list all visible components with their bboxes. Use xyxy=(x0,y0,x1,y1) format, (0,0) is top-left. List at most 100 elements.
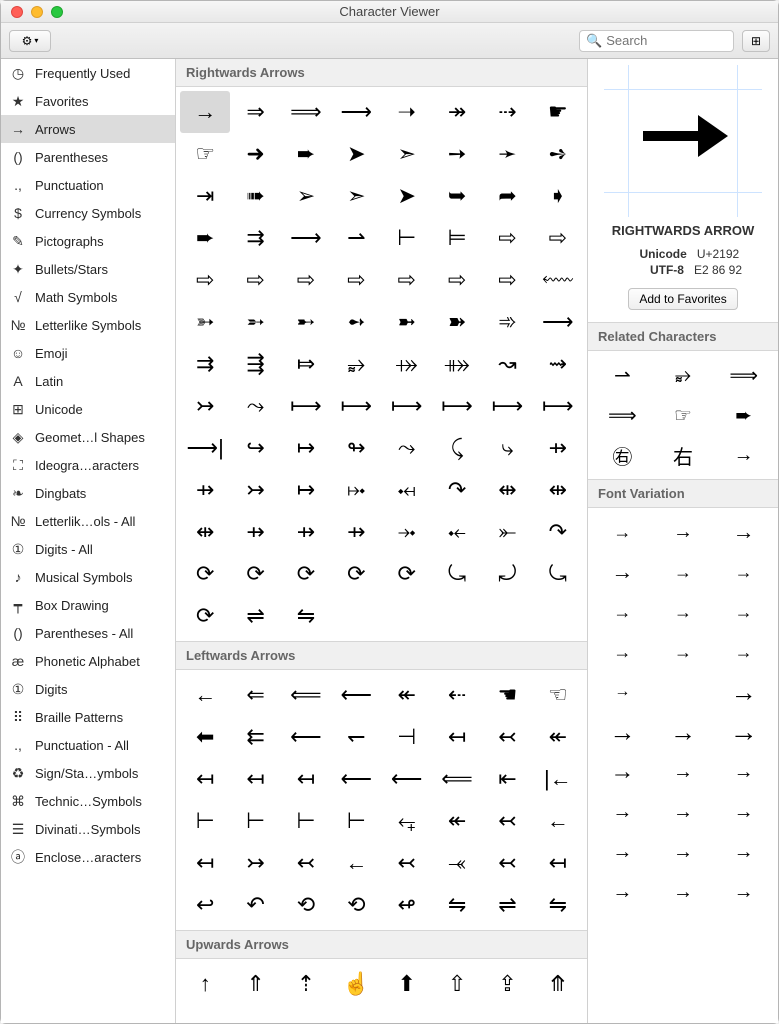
sidebar-item[interactable]: ★Favorites xyxy=(1,87,175,115)
character-cell[interactable]: ⇨ xyxy=(533,217,583,259)
character-cell[interactable]: ➙ xyxy=(432,133,482,175)
sidebar-item[interactable]: ⛶Ideogra…aracters xyxy=(1,451,175,479)
sidebar-item[interactable]: .,Punctuation - All xyxy=(1,731,175,759)
character-cell[interactable]: ⤝ xyxy=(432,511,482,553)
character-cell[interactable]: ↞ xyxy=(533,716,583,758)
sidebar-item[interactable]: ✎Pictographs xyxy=(1,227,175,255)
character-cell[interactable]: ⤷ xyxy=(482,427,532,469)
character-cell[interactable]: ➣ xyxy=(382,133,432,175)
character-cell[interactable]: ⟹ xyxy=(281,91,331,133)
character-cell[interactable]: ⟵ xyxy=(281,716,331,758)
character-cell[interactable]: ↪ xyxy=(230,427,280,469)
character-cell[interactable]: ↣ xyxy=(230,842,280,884)
character-cell[interactable]: ⤾ xyxy=(482,553,532,595)
character-cell[interactable]: ➾ xyxy=(482,301,532,343)
sidebar-item[interactable]: ⌘Technic…Symbols xyxy=(1,787,175,815)
character-cell[interactable]: ➨ xyxy=(180,217,230,259)
character-cell[interactable]: ⇀ xyxy=(331,217,381,259)
character-cell[interactable]: ➸ xyxy=(281,301,331,343)
character-cell[interactable]: ➠ xyxy=(230,175,280,217)
character-cell[interactable]: ⟳ xyxy=(180,553,230,595)
font-variation-cell[interactable]: → xyxy=(713,632,774,672)
character-cell[interactable]: ↦ xyxy=(281,469,331,511)
character-cell[interactable]: ⟵ xyxy=(382,758,432,800)
character-cell[interactable]: ↬ xyxy=(331,427,381,469)
character-cell[interactable]: ⊢ xyxy=(382,217,432,259)
character-cell[interactable]: ⟶ xyxy=(533,301,583,343)
character-cell[interactable]: ⇪ xyxy=(482,963,532,1005)
character-cell[interactable]: ⇑ xyxy=(230,963,280,1005)
font-variation-cell[interactable]: → xyxy=(653,712,714,752)
character-cell[interactable]: ⤞ xyxy=(382,511,432,553)
character-cell[interactable]: ⤇ xyxy=(281,343,331,385)
zoom-button[interactable] xyxy=(51,6,63,18)
character-cell[interactable]: ↤ xyxy=(281,758,331,800)
character-cell[interactable]: ↷ xyxy=(432,469,482,511)
character-cell[interactable]: ☚ xyxy=(482,674,532,716)
character-cell[interactable]: ☜ xyxy=(533,674,583,716)
character-cell[interactable]: ☛ xyxy=(533,91,583,133)
font-variation-cell[interactable]: → xyxy=(592,552,653,592)
character-cell[interactable]: ↷ xyxy=(533,511,583,553)
character-cell[interactable]: ⟳ xyxy=(180,595,230,637)
character-cell[interactable]: ⟸ xyxy=(432,758,482,800)
character-cell[interactable]: → xyxy=(180,91,230,133)
character-cell[interactable]: ⟳ xyxy=(331,553,381,595)
character-cell[interactable]: ⊢ xyxy=(281,800,331,842)
character-cell[interactable]: ➜ xyxy=(230,133,280,175)
sidebar-item[interactable]: ❧Dingbats xyxy=(1,479,175,507)
character-cell[interactable]: ↤ xyxy=(180,842,230,884)
character-cell[interactable]: ⤜ xyxy=(482,511,532,553)
character-cell[interactable]: ➳ xyxy=(180,301,230,343)
font-variation-cell[interactable]: → xyxy=(592,792,653,832)
character-cell[interactable]: ⇨ xyxy=(382,259,432,301)
character-cell[interactable]: ⇨ xyxy=(482,259,532,301)
character-cell[interactable]: ➤ xyxy=(382,175,432,217)
character-cell[interactable]: ⇸ xyxy=(331,511,381,553)
character-cell[interactable]: ⇨ xyxy=(230,259,280,301)
character-cell[interactable]: ⇨ xyxy=(180,259,230,301)
character-cell[interactable]: ← xyxy=(533,800,583,842)
character-cell[interactable]: ⬅ xyxy=(180,716,230,758)
character-cell[interactable]: ⟳ xyxy=(281,553,331,595)
character-cell[interactable]: ➣ xyxy=(331,175,381,217)
sidebar-item[interactable]: æPhonetic Alphabet xyxy=(1,647,175,675)
character-cell[interactable]: ⟼ xyxy=(382,385,432,427)
character-cell[interactable]: ⊢ xyxy=(331,800,381,842)
grid-view-button[interactable]: ⊞ xyxy=(742,30,770,52)
character-cell[interactable]: ⇒ xyxy=(230,91,280,133)
character-cell[interactable]: ↤ xyxy=(432,716,482,758)
character-cell[interactable]: |← xyxy=(533,758,583,800)
character-cell[interactable]: ↢ xyxy=(281,842,331,884)
character-cell[interactable]: ↢ xyxy=(382,842,432,884)
related-character-cell[interactable]: → xyxy=(713,435,774,475)
character-cell[interactable]: ⇇ xyxy=(230,716,280,758)
character-cell[interactable]: ➨ xyxy=(281,133,331,175)
character-cell[interactable]: ⤹ xyxy=(432,427,482,469)
character-cell[interactable]: ⟲ xyxy=(331,884,381,926)
character-cell[interactable]: ↤ xyxy=(533,842,583,884)
character-cell[interactable]: ↝ xyxy=(482,343,532,385)
character-cell[interactable]: ⟼ xyxy=(281,385,331,427)
character-cell[interactable]: ↞ xyxy=(432,800,482,842)
character-cell[interactable]: ⬳ xyxy=(533,259,583,301)
font-variation-cell[interactable]: → xyxy=(592,632,653,672)
character-cell[interactable]: ⟸ xyxy=(281,674,331,716)
character-cell[interactable]: ⟼ xyxy=(482,385,532,427)
character-cell[interactable]: ⟳ xyxy=(382,553,432,595)
character-cell[interactable]: ➛ xyxy=(482,133,532,175)
character-cell[interactable]: ↣ xyxy=(230,469,280,511)
font-variation-cell[interactable]: → xyxy=(653,792,714,832)
character-cell[interactable]: ↦ xyxy=(281,427,331,469)
search-field[interactable]: 🔍 xyxy=(579,30,734,52)
character-cell[interactable]: ⇤ xyxy=(482,758,532,800)
related-character-cell[interactable]: ⥵ xyxy=(653,355,714,395)
character-cell[interactable]: ↽ xyxy=(331,716,381,758)
character-cell[interactable]: ➤ xyxy=(331,133,381,175)
font-variation-cell[interactable]: → xyxy=(653,752,714,792)
character-cell[interactable]: ⤿ xyxy=(533,553,583,595)
character-cell[interactable]: ↶ xyxy=(230,884,280,926)
character-cell[interactable]: ⇠ xyxy=(432,674,482,716)
character-cell[interactable]: ⇨ xyxy=(331,259,381,301)
character-cell[interactable]: ⇧ xyxy=(432,963,482,1005)
